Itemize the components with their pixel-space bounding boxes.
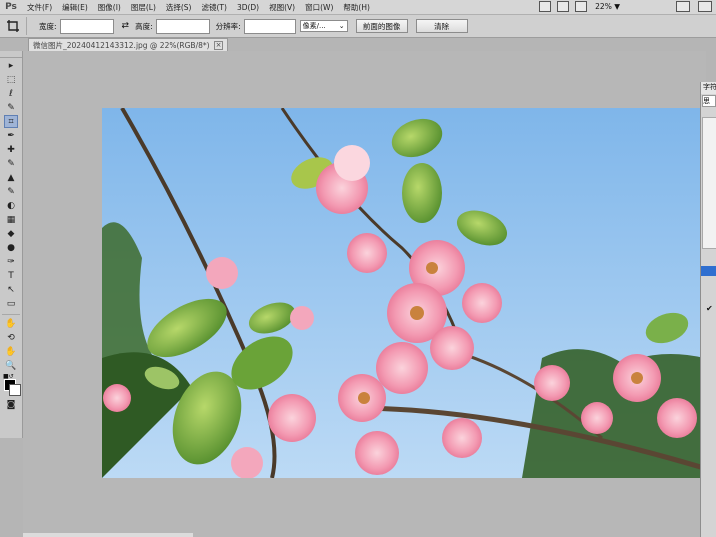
screen-mode-icon[interactable] [698, 1, 712, 12]
hand-tool-icon[interactable]: ✋ [4, 345, 18, 358]
color-swatches: ■↺ [0, 373, 22, 397]
panel-highlight-row[interactable] [701, 266, 716, 276]
close-icon[interactable]: × [213, 40, 224, 50]
bridge-icon[interactable] [539, 1, 552, 12]
toolbox-divider [2, 311, 20, 315]
gradient-tool-icon[interactable]: ▦ [4, 213, 18, 226]
zoom-level-select[interactable]: 22% ▼ [593, 2, 622, 11]
menu-window[interactable]: 窗口(W) [300, 2, 338, 13]
view-extras-icon[interactable] [575, 1, 588, 12]
zoom-tool-icon[interactable]: 🔍 [4, 359, 18, 372]
quick-selection-tool-icon[interactable]: ✎ [4, 101, 18, 114]
menu-image[interactable]: 图像(I) [93, 2, 126, 13]
options-bar: 宽度: ⇄ 高度: 分辨率: 像素/... ⌄ 前面的图像 清除 [0, 15, 716, 38]
document-title: 微信图片_20240412143312.jpg @ 22%(RGB/8*) [33, 40, 210, 50]
character-panel: 字符 思 ✔ [700, 82, 716, 537]
mini-bridge-icon[interactable] [557, 1, 570, 12]
menu-bar: Ps 文件(F) 编辑(E) 图像(I) 图层(L) 选择(S) 滤镜(T) 3… [0, 0, 716, 15]
menu-select[interactable]: 选择(S) [161, 2, 197, 13]
flower-photo [102, 108, 704, 478]
menu-layer[interactable]: 图层(L) [126, 2, 161, 13]
height-input[interactable] [155, 18, 210, 34]
photo-canvas[interactable] [102, 108, 704, 478]
marquee-tool-icon[interactable]: ⬚ [4, 73, 18, 86]
3d-rotate-tool-icon[interactable]: ✋ [4, 317, 18, 330]
resolution-label: 分辨率: [215, 21, 241, 31]
resolution-input[interactable] [243, 18, 296, 34]
quick-mask-icon[interactable]: ◙ [4, 398, 18, 411]
photoshop-logo: Ps [5, 2, 17, 12]
background-color-swatch[interactable] [9, 384, 21, 396]
character-panel-title[interactable]: 字符 [701, 82, 716, 94]
type-tool-icon[interactable]: T [4, 269, 18, 282]
crop-tool-icon[interactable]: ⌗ [4, 115, 18, 128]
menu-3d[interactable]: 3D(D) [232, 3, 264, 12]
crop-tool-preset-icon[interactable] [0, 17, 27, 35]
move-tool-icon[interactable]: ▸ [4, 59, 18, 72]
chevron-down-icon: ▼ [614, 2, 620, 11]
font-family-field[interactable]: 思 [702, 95, 716, 107]
resolution-unit-select[interactable]: 像素/... ⌄ [299, 20, 348, 32]
healing-brush-tool-icon[interactable]: ✚ [4, 143, 18, 156]
dodge-tool-icon[interactable]: ● [4, 241, 18, 254]
panel-content [702, 117, 716, 249]
menu-filter[interactable]: 滤镜(T) [197, 2, 232, 13]
menu-file[interactable]: 文件(F) [22, 2, 57, 13]
chevron-down-icon: ⌄ [338, 22, 345, 30]
blur-tool-icon[interactable]: ◆ [4, 227, 18, 240]
clear-button[interactable]: 清除 [415, 19, 468, 33]
document-tab[interactable]: 微信图片_20240412143312.jpg @ 22%(RGB/8*) × [28, 38, 229, 51]
brush-tool-icon[interactable]: ✎ [4, 157, 18, 170]
resolution-unit-value: 像素/... [302, 22, 326, 30]
swap-dimensions-icon[interactable]: ⇄ [122, 21, 130, 31]
lasso-tool-icon[interactable]: ℓ [4, 87, 18, 100]
eraser-tool-icon[interactable]: ◐ [4, 199, 18, 212]
history-brush-tool-icon[interactable]: ✎ [4, 185, 18, 198]
tools-panel: ▸ ⬚ ℓ ✎ ⌗ ✒ ✚ ✎ ▲ ✎ ◐ ▦ ◆ ● ✑ T ↖ ▭ ✋ ⟲ … [0, 51, 23, 438]
path-selection-tool-icon[interactable]: ↖ [4, 283, 18, 296]
height-label: 高度: [135, 21, 153, 31]
menu-edit[interactable]: 编辑(E) [57, 2, 93, 13]
panel-grip[interactable] [0, 51, 22, 58]
width-input[interactable] [59, 18, 114, 34]
clone-stamp-tool-icon[interactable]: ▲ [4, 171, 18, 184]
checkmark-icon: ✔ [706, 304, 713, 313]
menu-help[interactable]: 帮助(H) [338, 2, 375, 13]
3d-orbit-tool-icon[interactable]: ⟲ [4, 331, 18, 344]
width-label: 宽度: [39, 21, 57, 31]
pen-tool-icon[interactable]: ✑ [4, 255, 18, 268]
front-image-button[interactable]: 前面的图像 [355, 19, 408, 33]
application-bar-tools: 22% ▼ [539, 1, 622, 12]
application-bar-right [676, 1, 712, 12]
eyedropper-tool-icon[interactable]: ✒ [4, 129, 18, 142]
shape-tool-icon[interactable]: ▭ [4, 297, 18, 310]
zoom-value: 22% [595, 2, 612, 11]
menu-view[interactable]: 视图(V) [264, 2, 300, 13]
status-bar [23, 533, 193, 537]
arrange-documents-icon[interactable] [676, 1, 690, 12]
